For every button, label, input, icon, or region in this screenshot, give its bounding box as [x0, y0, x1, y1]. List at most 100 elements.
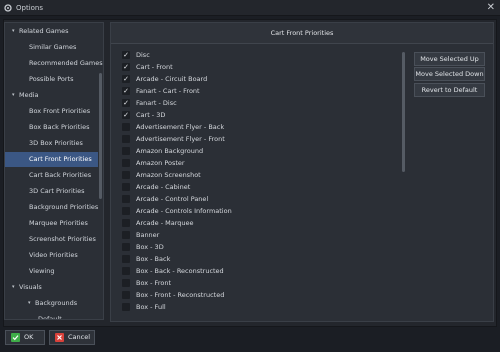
- ok-label: OK: [24, 333, 34, 341]
- list-item-label: Banner: [136, 231, 160, 239]
- list-item[interactable]: ✓ Cart - Front: [116, 61, 408, 73]
- ok-button[interactable]: OK: [5, 330, 45, 345]
- move-up-button[interactable]: Move Selected Up: [414, 52, 485, 66]
- sidebar-item[interactable]: ▾ Media: [5, 88, 98, 103]
- checkbox-unchecked[interactable]: [122, 219, 130, 227]
- sidebar-item[interactable]: Cart Front Priorities: [5, 152, 98, 167]
- checkbox-unchecked[interactable]: [122, 159, 130, 167]
- checkbox-unchecked[interactable]: [122, 303, 130, 311]
- list-item-label: Arcade - Control Panel: [136, 195, 209, 203]
- checkbox-unchecked[interactable]: [122, 207, 130, 215]
- list-item-label: Box - Front - Reconstructed: [136, 291, 225, 299]
- sidebar-item-label: Backgrounds: [35, 299, 78, 307]
- list-item-label: Box - Front: [136, 279, 172, 287]
- list-item[interactable]: Box - Full: [116, 301, 408, 313]
- window-title: Options: [16, 4, 44, 12]
- checkbox-unchecked[interactable]: [122, 267, 130, 275]
- checkbox-unchecked[interactable]: [122, 147, 130, 155]
- sidebar-item[interactable]: Recommended Games: [5, 56, 103, 71]
- sidebar-item[interactable]: Screenshot Priorities: [5, 232, 98, 247]
- list-item[interactable]: Arcade - Controls Information: [116, 205, 408, 217]
- sidebar-item-label: Cart Back Priorities: [29, 171, 92, 179]
- checkbox-checked[interactable]: ✓: [122, 87, 130, 95]
- checkbox-unchecked[interactable]: [122, 243, 130, 251]
- list-item-label: Arcade - Circuit Board: [136, 75, 208, 83]
- checkbox-unchecked[interactable]: [122, 231, 130, 239]
- list-item[interactable]: Banner: [116, 229, 408, 241]
- checkbox-unchecked[interactable]: [122, 195, 130, 203]
- check-icon: [11, 333, 20, 342]
- list-item[interactable]: ✓ Cart - 3D: [116, 109, 408, 121]
- list-item-label: Amazon Screenshot: [136, 171, 201, 179]
- list-item-label: Box - Back - Reconstructed: [136, 267, 224, 275]
- list-item[interactable]: Arcade - Marquee: [116, 217, 408, 229]
- list-item[interactable]: Amazon Screenshot: [116, 169, 408, 181]
- chevron-down-icon[interactable]: ▾: [28, 296, 31, 311]
- sidebar-item[interactable]: 3D Box Priorities: [5, 136, 98, 151]
- checkbox-checked[interactable]: ✓: [122, 63, 130, 71]
- checkbox-unchecked[interactable]: [122, 183, 130, 191]
- chevron-down-icon[interactable]: ▾: [12, 88, 15, 103]
- sidebar-item[interactable]: Box Front Priorities: [5, 104, 98, 119]
- sidebar-item[interactable]: Possible Ports: [5, 72, 98, 87]
- list-item-label: Amazon Poster: [136, 159, 185, 167]
- chevron-down-icon[interactable]: ▾: [12, 24, 15, 39]
- sidebar-item-label: Media: [19, 91, 39, 99]
- checkbox-checked[interactable]: ✓: [122, 99, 130, 107]
- chevron-down-icon[interactable]: ▾: [12, 280, 15, 295]
- checkbox-unchecked[interactable]: [122, 255, 130, 263]
- list-scrollbar[interactable]: [402, 52, 405, 172]
- sidebar-item[interactable]: ▾ Visuals: [5, 280, 98, 295]
- sidebar-item[interactable]: 3D Cart Priorities: [5, 184, 98, 199]
- list-item[interactable]: Box - Front - Reconstructed: [116, 289, 408, 301]
- checkbox-unchecked[interactable]: [122, 171, 130, 179]
- sidebar-item[interactable]: Viewing: [5, 264, 98, 279]
- list-item[interactable]: ✓ Arcade - Circuit Board: [116, 73, 408, 85]
- sidebar-item-label: Video Priorities: [29, 251, 78, 259]
- revert-default-button[interactable]: Revert to Default: [414, 83, 485, 97]
- list-item-label: Cart - Front: [136, 63, 173, 71]
- list-item[interactable]: Box - 3D: [116, 241, 408, 253]
- sidebar-tree: ▾ Related Games Similar Games Recommended G…: [4, 22, 104, 320]
- cancel-icon: [55, 333, 64, 342]
- sidebar-item[interactable]: Default: [5, 312, 98, 319]
- move-down-button[interactable]: Move Selected Down: [414, 67, 485, 81]
- sidebar-item[interactable]: ▾ Related Games: [5, 24, 98, 39]
- list-item[interactable]: Arcade - Control Panel: [116, 193, 408, 205]
- sidebar-item-label: Box Front Priorities: [29, 107, 91, 115]
- list-item[interactable]: Amazon Poster: [116, 157, 408, 169]
- checkbox-checked[interactable]: ✓: [122, 51, 130, 59]
- sidebar-item[interactable]: Background Priorities: [5, 200, 98, 215]
- list-item-label: Amazon Background: [136, 147, 204, 155]
- list-item[interactable]: ✓ Disc: [116, 49, 408, 61]
- list-item[interactable]: Advertisement Flyer - Back: [116, 121, 408, 133]
- list-item[interactable]: Amazon Background: [116, 145, 408, 157]
- list-item[interactable]: ✓ Fanart - Disc: [116, 97, 408, 109]
- close-icon[interactable]: ✕: [487, 2, 495, 14]
- sidebar-item[interactable]: ▾ Backgrounds: [5, 296, 98, 311]
- sidebar-item[interactable]: Cart Back Priorities: [5, 168, 98, 183]
- sidebar-item-label: Marquee Priorities: [29, 219, 88, 227]
- list-item[interactable]: Box - Back: [116, 253, 408, 265]
- sidebar-item[interactable]: Video Priorities: [5, 248, 98, 263]
- sidebar-scrollbar[interactable]: [99, 73, 102, 199]
- list-item[interactable]: ✓ Fanart - Cart - Front: [116, 85, 408, 97]
- sidebar-item[interactable]: Similar Games: [5, 40, 98, 55]
- cancel-label: Cancel: [68, 333, 91, 341]
- sidebar-item[interactable]: Marquee Priorities: [5, 216, 98, 231]
- checkbox-unchecked[interactable]: [122, 123, 130, 131]
- checkbox-unchecked[interactable]: [122, 279, 130, 287]
- checkbox-checked[interactable]: ✓: [122, 111, 130, 119]
- title-bar: Options ✕: [0, 0, 500, 16]
- list-item-label: Advertisement Flyer - Front: [136, 135, 225, 143]
- checkbox-unchecked[interactable]: [122, 291, 130, 299]
- list-item[interactable]: Advertisement Flyer - Front: [116, 133, 408, 145]
- cancel-button[interactable]: Cancel: [49, 330, 95, 345]
- list-item[interactable]: Box - Front: [116, 277, 408, 289]
- list-item[interactable]: Arcade - Cabinet: [116, 181, 408, 193]
- checkbox-unchecked[interactable]: [122, 135, 130, 143]
- list-item-label: Advertisement Flyer - Back: [136, 123, 225, 131]
- sidebar-item[interactable]: Box Back Priorities: [5, 120, 98, 135]
- checkbox-checked[interactable]: ✓: [122, 75, 130, 83]
- list-item[interactable]: Box - Back - Reconstructed: [116, 265, 408, 277]
